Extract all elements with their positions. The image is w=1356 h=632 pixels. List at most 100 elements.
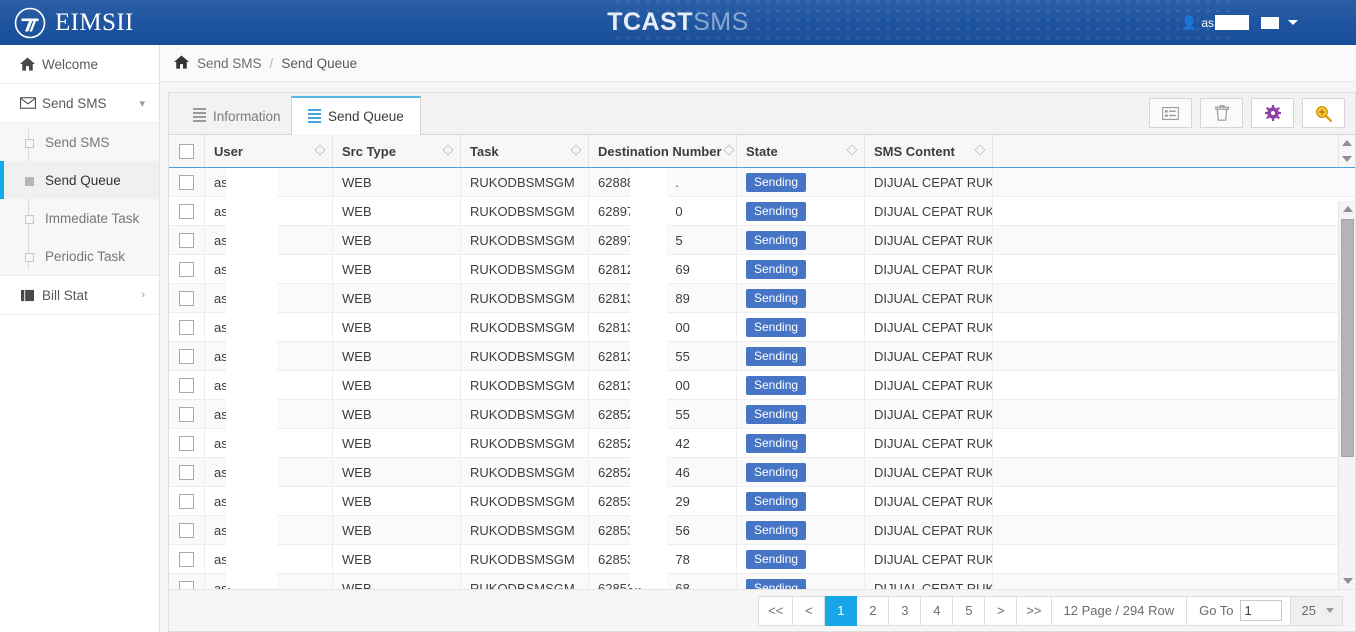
row-checkbox[interactable] [179,580,194,589]
row-checkbox[interactable] [179,319,194,335]
row-select-cell[interactable] [169,574,205,589]
sort-icon[interactable] [723,144,735,157]
page-button-3[interactable]: 3 [889,595,922,626]
page-button-1[interactable]: 1 [825,595,858,626]
home-icon[interactable] [174,54,189,72]
chevron-down-icon[interactable] [1288,20,1298,25]
row-checkbox[interactable] [179,261,194,277]
table-row[interactable]: asi WEB RUKODBSMSGM 628535 68 Sending DIJUAL C… [169,574,1355,589]
table-row[interactable]: asi WEB RUKODBSMSGM 628977 0 Sending DIJUAL CE… [169,197,1355,226]
row-checkbox[interactable] [179,435,194,451]
row-checkbox[interactable] [179,348,194,364]
table-row[interactable]: asi WEB RUKODBSMSGM 628134 55 Sending DIJUAL C… [169,342,1355,371]
page-button-5[interactable]: 5 [953,595,986,626]
row-checkbox[interactable] [179,174,194,190]
row-checkbox[interactable] [179,377,194,393]
row-checkbox[interactable] [179,551,194,567]
column-header-user[interactable]: User [205,135,333,167]
scroll-down-icon[interactable] [1342,156,1352,162]
table-row[interactable]: asi WEB RUKODBSMSGM 628134 00 Sending DIJUAL C… [169,371,1355,400]
table-row[interactable]: asi WEB RUKODBSMSGM 628889. Sending DIJUAL CE… [169,168,1355,197]
row-select-cell[interactable] [169,255,205,283]
prev-page-button[interactable]: < [793,595,826,626]
column-header-src-type[interactable]: Src Type [333,135,461,167]
first-page-button[interactable]: << [758,595,794,626]
table-row[interactable]: asi WEB RUKODBSMSGM 628526 55 Sending DIJUAL C… [169,400,1355,429]
header-scroll-arrows[interactable] [1338,135,1355,167]
row-checkbox[interactable] [179,522,194,538]
sidebar-item-periodic-task[interactable]: Periodic Task [0,237,159,275]
select-all-checkbox[interactable] [179,143,194,159]
row-select-cell[interactable] [169,516,205,544]
row-select-cell[interactable] [169,313,205,341]
detail-view-button[interactable] [1149,98,1192,128]
sidebar-item-send-sms[interactable]: Send SMS ▾ [0,84,159,123]
tab-send-queue[interactable]: Send Queue [291,96,421,135]
sidebar-item-send-sms-sub[interactable]: Send SMS [0,123,159,161]
sort-icon[interactable] [846,144,858,157]
scroll-up-icon[interactable] [1342,140,1352,146]
row-checkbox[interactable] [179,203,194,219]
row-select-cell[interactable] [169,458,205,486]
row-select-cell[interactable] [169,168,205,196]
row-select-cell[interactable] [169,429,205,457]
cell-task: RUKODBSMSGM [461,487,589,515]
row-select-cell[interactable] [169,197,205,225]
scrollbar-thumb[interactable] [1341,219,1354,457]
row-select-cell[interactable] [169,400,205,428]
column-header-task[interactable]: Task [461,135,589,167]
settings-button[interactable] [1251,98,1294,128]
sort-icon[interactable] [570,144,582,157]
goto-label: Go To [1199,603,1234,618]
sort-icon[interactable] [974,144,986,157]
select-all-cell[interactable] [169,135,205,167]
next-page-button[interactable]: > [985,595,1018,626]
sort-icon[interactable] [314,144,326,157]
table-row[interactable]: asi WEB RUKODBSMSGM 628529 46 Sending DIJUAL C… [169,458,1355,487]
table-row[interactable]: asi WEB RUKODBSMSGM 628133 89 Sending DIJUAL C… [169,284,1355,313]
table-row[interactable]: asi WEB RUKODBSMSGM 628532 56 Sending DIJUAL C… [169,516,1355,545]
row-checkbox[interactable] [179,406,194,422]
page-button-2[interactable]: 2 [857,595,890,626]
table-row[interactable]: asi WEB RUKODBSMSGM 628128 69 Sending DIJUAL C… [169,255,1355,284]
sidebar-item-send-queue[interactable]: Send Queue [0,161,159,199]
row-select-cell[interactable] [169,342,205,370]
row-checkbox[interactable] [179,493,194,509]
row-select-cell[interactable] [169,284,205,312]
sidebar-item-welcome[interactable]: Welcome [0,45,159,84]
table-row[interactable]: asi WEB RUKODBSMSGM 628134 00 Sending DIJUAL C… [169,313,1355,342]
scroll-up-icon[interactable] [1339,201,1355,217]
sidebar-item-immediate-task[interactable]: Immediate Task [0,199,159,237]
cell-task: RUKODBSMSGM [461,545,589,573]
table-row[interactable]: asi WEB RUKODBSMSGM 628533 78 Sending DIJUAL C… [169,545,1355,574]
row-checkbox[interactable] [179,290,194,306]
status-badge: Sending [746,462,807,482]
sidebar-item-bill-stat[interactable]: Bill Stat › [0,276,159,315]
row-select-cell[interactable] [169,545,205,573]
scroll-down-icon[interactable] [1339,573,1355,589]
row-select-cell[interactable] [169,487,205,515]
row-checkbox[interactable] [179,232,194,248]
table-row[interactable]: asi WEB RUKODBSMSGM 628979 5 Sending DIJUAL CE… [169,226,1355,255]
grid-vertical-scrollbar[interactable] [1338,201,1355,589]
column-header-sms-content[interactable]: SMS Content [865,135,993,167]
book-icon [20,289,42,302]
goto-page-input[interactable] [1239,600,1282,621]
column-header-state[interactable]: State [737,135,865,167]
search-button[interactable] [1302,98,1345,128]
last-page-button[interactable]: >> [1017,595,1052,626]
row-select-cell[interactable] [169,371,205,399]
breadcrumb-parent[interactable]: Send SMS [197,56,262,71]
table-row[interactable]: asi WEB RUKODBSMSGM 628527 42 Sending DIJUAL C… [169,429,1355,458]
column-header-destination-number[interactable]: Destination Number [589,135,737,167]
page-button-4[interactable]: 4 [921,595,954,626]
table-row[interactable]: asi WEB RUKODBSMSGM 628531 29 Sending DIJUAL C… [169,487,1355,516]
brand[interactable]: EIMSII [14,0,134,45]
delete-button[interactable] [1200,98,1243,128]
row-select-cell[interactable] [169,226,205,254]
sort-icon[interactable] [442,144,454,157]
page-size-select[interactable]: 25 [1290,595,1343,626]
user-menu[interactable]: 👤 as [1181,0,1298,45]
row-checkbox[interactable] [179,464,194,480]
tab-information[interactable]: Information [177,97,297,135]
